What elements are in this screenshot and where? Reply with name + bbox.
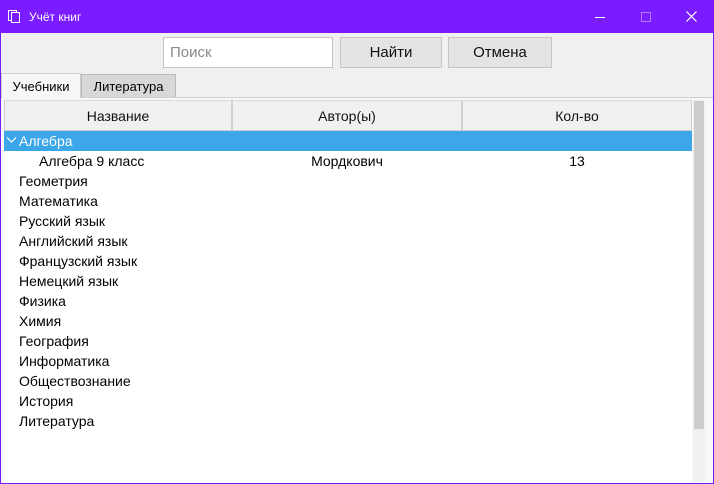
tree-category-row[interactable]: Химия [4,311,692,331]
cell-author [232,271,462,291]
window-client-area: Найти Отмена Учебники Литература Названи… [1,33,713,483]
cell-name: Информатика [19,353,110,369]
cell-author [232,351,462,371]
cell-count [462,311,692,331]
tree-category-row[interactable]: Геометрия [4,171,692,191]
cell-count [462,271,692,291]
cell-name: Алгебра [19,133,73,149]
maximize-icon [641,11,651,22]
tree-category-row[interactable]: Алгебра [4,131,692,151]
tab-panel: Название Автор(ы) Кол-во Алгебра Алгебра … [1,97,713,483]
window-title: Учёт книг [29,10,82,24]
tree-category-row[interactable]: Русский язык [4,211,692,231]
cell-name: Русский язык [19,213,106,229]
cell-name: Обществознание [19,373,131,389]
cell-count [462,331,692,351]
tab-textbooks[interactable]: Учебники [1,73,81,98]
tree-category-row[interactable]: Литература [4,411,692,431]
find-button[interactable]: Найти [340,37,442,68]
cell-name: Литература [19,413,95,429]
cell-name: Математика [19,193,98,209]
cell-author [232,211,462,231]
column-header-author[interactable]: Автор(ы) [232,100,462,131]
cell-name: Немецкий язык [19,273,119,289]
cell-name: История [19,393,74,409]
cell-count [462,391,692,411]
cell-name: Химия [19,313,62,329]
cell-author [232,231,462,251]
tree-child-row[interactable]: Алгебра 9 класс Мордкович 13 [4,151,692,171]
cell-name: Алгебра 9 класс [39,153,145,169]
tree-category-row[interactable]: История [4,391,692,411]
cell-count [462,371,692,391]
books-tree[interactable]: Название Автор(ы) Кол-во Алгебра Алгебра … [4,100,692,482]
column-header-name[interactable]: Название [4,100,232,131]
cell-author [232,251,462,271]
tree-category-row[interactable]: Обществознание [4,371,692,391]
column-header-count[interactable]: Кол-во [462,100,692,131]
cell-name: Геометрия [19,173,88,189]
scrollbar-thumb[interactable] [694,101,704,429]
cell-count [462,171,692,191]
title-bar: Учёт книг [0,0,714,33]
tree-category-row[interactable]: Английский язык [4,231,692,251]
tree-category-row[interactable]: Информатика [4,351,692,371]
tree-header: Название Автор(ы) Кол-во [4,100,692,131]
cell-name: Английский язык [19,233,128,249]
cell-count [462,191,692,211]
tree-category-row[interactable]: Физика [4,291,692,311]
minimize-button[interactable] [577,0,623,33]
cell-author [232,311,462,331]
tree-category-row[interactable]: Французский язык [4,251,692,271]
cell-name: Физика [19,293,66,309]
tab-literature[interactable]: Литература [81,74,176,98]
cell-author [232,131,462,151]
cell-author [232,331,462,351]
search-input[interactable] [163,37,333,68]
tree-category-row[interactable]: Немецкий язык [4,271,692,291]
cell-count [462,231,692,251]
cell-count [462,291,692,311]
minimize-icon [595,16,605,18]
close-icon [685,11,697,22]
tree-category-row[interactable]: Математика [4,191,692,211]
maximize-button[interactable] [623,0,669,33]
cell-author [232,411,462,431]
tree-rows: Алгебра Алгебра 9 класс Мордкович 13 Геометр… [4,131,692,431]
close-button[interactable] [668,0,714,33]
cell-count [462,211,692,231]
cell-author [232,191,462,211]
cell-author [232,391,462,411]
vertical-scrollbar[interactable] [693,100,705,482]
cell-count [462,351,692,371]
cell-count [462,411,692,431]
books-icon [7,9,21,23]
cell-author: Мордкович [311,153,383,169]
cell-name: География [19,333,89,349]
cell-author [232,371,462,391]
cell-author [232,171,462,191]
cell-count [462,131,692,151]
cell-author [232,291,462,311]
cell-name: Французский язык [19,253,138,269]
cell-count [462,251,692,271]
cell-count: 13 [569,153,585,169]
chevron-down-icon[interactable] [6,136,17,144]
tree-category-row[interactable]: География [4,331,692,351]
cancel-button[interactable]: Отмена [448,37,552,68]
